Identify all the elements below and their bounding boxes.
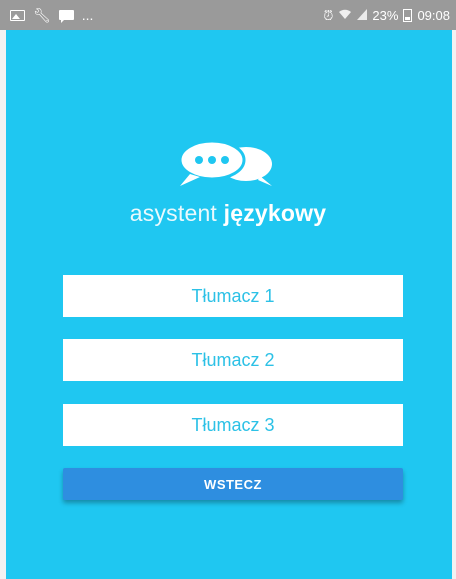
translator-1-button[interactable]: Tłumacz 1	[63, 275, 403, 317]
battery-percent: 23%	[372, 7, 399, 23]
status-bar: 🔧︎ ... ⏰︎ 23% 09:08	[0, 0, 456, 30]
logo-wordmark: asystent językowy	[0, 200, 456, 227]
battery-icon	[403, 8, 413, 22]
status-right-icons: ⏰︎ 23% 09:08	[323, 8, 450, 23]
signal-icon	[357, 8, 368, 22]
message-icon	[58, 10, 74, 23]
logo-word-bold: językowy	[223, 200, 327, 226]
chat-bubbles-icon	[178, 140, 272, 186]
status-left-icons: 🔧︎ ...	[10, 7, 94, 23]
logo-word-light: asystent	[129, 200, 224, 226]
app-logo: asystent językowy	[0, 140, 456, 230]
back-button[interactable]: WSTECZ	[63, 468, 403, 500]
clock: 09:08	[417, 7, 450, 23]
alarm-icon: ⏰︎	[323, 7, 334, 23]
translator-2-button[interactable]: Tłumacz 2	[63, 339, 403, 381]
more-notifications: ...	[81, 7, 94, 23]
wrench-icon: 🔧︎	[33, 7, 51, 23]
translator-3-button[interactable]: Tłumacz 3	[63, 404, 403, 446]
gallery-icon	[10, 9, 25, 21]
wifi-icon	[338, 9, 352, 22]
